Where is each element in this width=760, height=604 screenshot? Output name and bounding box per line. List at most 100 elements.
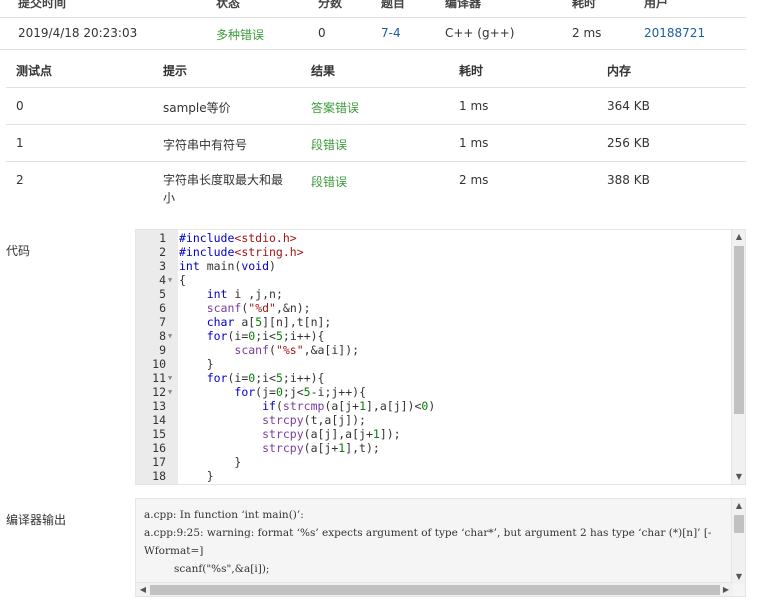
code-text: } <box>179 469 214 483</box>
tc-header-time: 耗时 <box>459 64 484 78</box>
scroll-up-arrow-icon[interactable]: ▲ <box>732 499 745 513</box>
fold-arrow-icon[interactable]: ▼ <box>168 329 172 343</box>
scroll-down-arrow-icon[interactable]: ▼ <box>732 470 745 484</box>
code-text: #include<string.h> <box>179 245 304 259</box>
code-text: if(strcmp(a[j+1],a[j])<0) <box>262 399 436 413</box>
line-number: 6 <box>159 301 166 315</box>
col-header-score: 分数 <box>318 0 343 10</box>
fold-arrow-icon[interactable]: ▼ <box>168 371 172 385</box>
code-text: scanf("%s",&a[i]); <box>234 343 360 357</box>
tc-hint: 字符串长度取最大和最小 <box>163 173 284 205</box>
code-text: int main(void) <box>179 259 276 273</box>
scroll-left-arrow-icon[interactable]: ◀ <box>136 583 150 596</box>
scroll-up-arrow-icon[interactable]: ▲ <box>732 230 745 244</box>
tc-result: 答案错误 <box>311 101 360 115</box>
code-label: 代码 <box>6 244 31 258</box>
scrollbar-thumb[interactable] <box>150 585 720 595</box>
code-line: 8 ▼ for(i=0;i<5;i++){ <box>136 329 732 343</box>
code-line: 14 strcpy(t,a[j]); <box>136 413 732 427</box>
code-text: for(j=0;j<5-i;j++){ <box>234 385 366 399</box>
line-number: 12 <box>152 385 166 399</box>
code-line: 18 } <box>136 469 732 483</box>
scrollbar-thumb[interactable] <box>734 246 744 414</box>
line-number: 9 <box>159 343 166 357</box>
fold-arrow-icon[interactable]: ▼ <box>168 273 172 287</box>
tc-time: 2 ms <box>459 173 489 187</box>
col-header-time: 耗时 <box>572 0 597 10</box>
compiler-horizontal-scrollbar[interactable]: ◀ ▶ <box>136 582 733 596</box>
code-line: 1 #include<stdio.h> <box>136 231 732 245</box>
code-line: 13 if(strcmp(a[j+1],a[j])<0) <box>136 399 732 413</box>
scroll-down-arrow-icon[interactable]: ▼ <box>732 570 745 584</box>
line-number: 4 <box>159 273 166 287</box>
submission-user-link[interactable]: 20188721 <box>644 26 705 40</box>
tc-result: 段错误 <box>311 138 348 152</box>
table-row: 2 字符串长度取最大和最小 段错误 2 ms 388 KB <box>6 162 746 210</box>
col-header-problem: 题目 <box>381 0 406 10</box>
code-text: { <box>179 273 186 287</box>
code-text: char a[5][n],t[n]; <box>206 315 332 329</box>
line-number: 18 <box>152 469 166 483</box>
tc-hint: sample等价 <box>163 101 231 115</box>
testcase-table: 测试点 提示 结果 耗时 内存 0 sample等价 答案错误 1 ms 364… <box>6 50 746 210</box>
submission-row: 2019/4/18 20:23:03 多种错误 0 7-4 C++ (g++) … <box>0 18 746 50</box>
code-text: int i ,j,n; <box>206 287 283 301</box>
fold-arrow-icon[interactable]: ▼ <box>168 385 172 399</box>
col-header-compiler: 编译器 <box>445 0 482 10</box>
line-number: 7 <box>159 315 166 329</box>
tc-id: 1 <box>16 136 24 150</box>
tc-header-memory: 内存 <box>607 64 632 78</box>
code-line: 4 ▼ { <box>136 273 732 287</box>
compiler-vertical-scrollbar[interactable]: ▲ ▼ <box>731 499 745 584</box>
submission-compiler: C++ (g++) <box>445 26 515 40</box>
compiler-output-box[interactable]: a.cpp: In function ‘int main()’: a.cpp:9… <box>135 498 746 597</box>
code-line: 9 scanf("%s",&a[i]); <box>136 343 732 357</box>
code-line: 10 } <box>136 357 732 371</box>
testcase-header-row: 测试点 提示 结果 耗时 内存 <box>6 50 746 88</box>
line-number: 15 <box>152 427 166 441</box>
submit-time: 2019/4/18 20:23:03 <box>18 26 138 40</box>
code-text: } <box>179 357 214 371</box>
tc-header-result: 结果 <box>311 64 336 78</box>
line-number: 1 <box>159 231 166 245</box>
tc-memory: 256 KB <box>607 136 650 150</box>
tc-time: 1 ms <box>459 136 489 150</box>
code-editor[interactable]: 1 #include<stdio.h> 2 #include<string.h> 3… <box>135 229 746 485</box>
code-line: 17 } <box>136 455 732 469</box>
tc-result: 段错误 <box>311 175 348 189</box>
line-number: 17 <box>152 455 166 469</box>
line-number: 2 <box>159 245 166 259</box>
code-text: strcpy(a[j+1],t); <box>262 441 380 455</box>
submission-duration: 2 ms <box>572 26 602 40</box>
scrollbar-thumb[interactable] <box>734 515 744 533</box>
line-number: 8 <box>159 329 166 343</box>
submission-header: 提交时间 状态 分数 题目 编译器 耗时 用户 <box>0 0 746 18</box>
code-vertical-scrollbar[interactable]: ▲ ▼ <box>731 230 745 484</box>
problem-link[interactable]: 7-4 <box>381 26 401 40</box>
code-line: 7 char a[5][n],t[n]; <box>136 315 732 329</box>
code-line: 16 strcpy(a[j+1],t); <box>136 441 732 455</box>
line-number: 16 <box>152 441 166 455</box>
compiler-output-label: 编译器输出 <box>6 513 67 527</box>
code-line: 12 ▼ for(j=0;j<5-i;j++){ <box>136 385 732 399</box>
code-line: 5 int i ,j,n; <box>136 287 732 301</box>
code-text: #include<stdio.h> <box>179 231 297 245</box>
scroll-right-arrow-icon[interactable]: ▶ <box>719 583 733 596</box>
code-line: 3 int main(void) <box>136 259 732 273</box>
line-number: 10 <box>152 357 166 371</box>
code-text: } <box>179 455 242 469</box>
col-header-submit-time: 提交时间 <box>18 0 67 10</box>
code-text: strcpy(t,a[j]); <box>262 413 366 427</box>
submission-status: 多种错误 <box>216 28 265 42</box>
line-number: 5 <box>159 287 166 301</box>
table-row: 0 sample等价 答案错误 1 ms 364 KB <box>6 88 746 125</box>
code-text: for(i=0;i<5;i++){ <box>206 371 325 385</box>
col-header-user: 用户 <box>644 0 669 10</box>
tc-header-hint: 提示 <box>163 64 188 78</box>
line-number: 3 <box>159 259 166 273</box>
tc-memory: 388 KB <box>607 173 650 187</box>
tc-time: 1 ms <box>459 99 489 113</box>
code-line: 6 scanf("%d",&n); <box>136 301 732 315</box>
tc-memory: 364 KB <box>607 99 650 113</box>
submission-score: 0 <box>318 26 326 40</box>
